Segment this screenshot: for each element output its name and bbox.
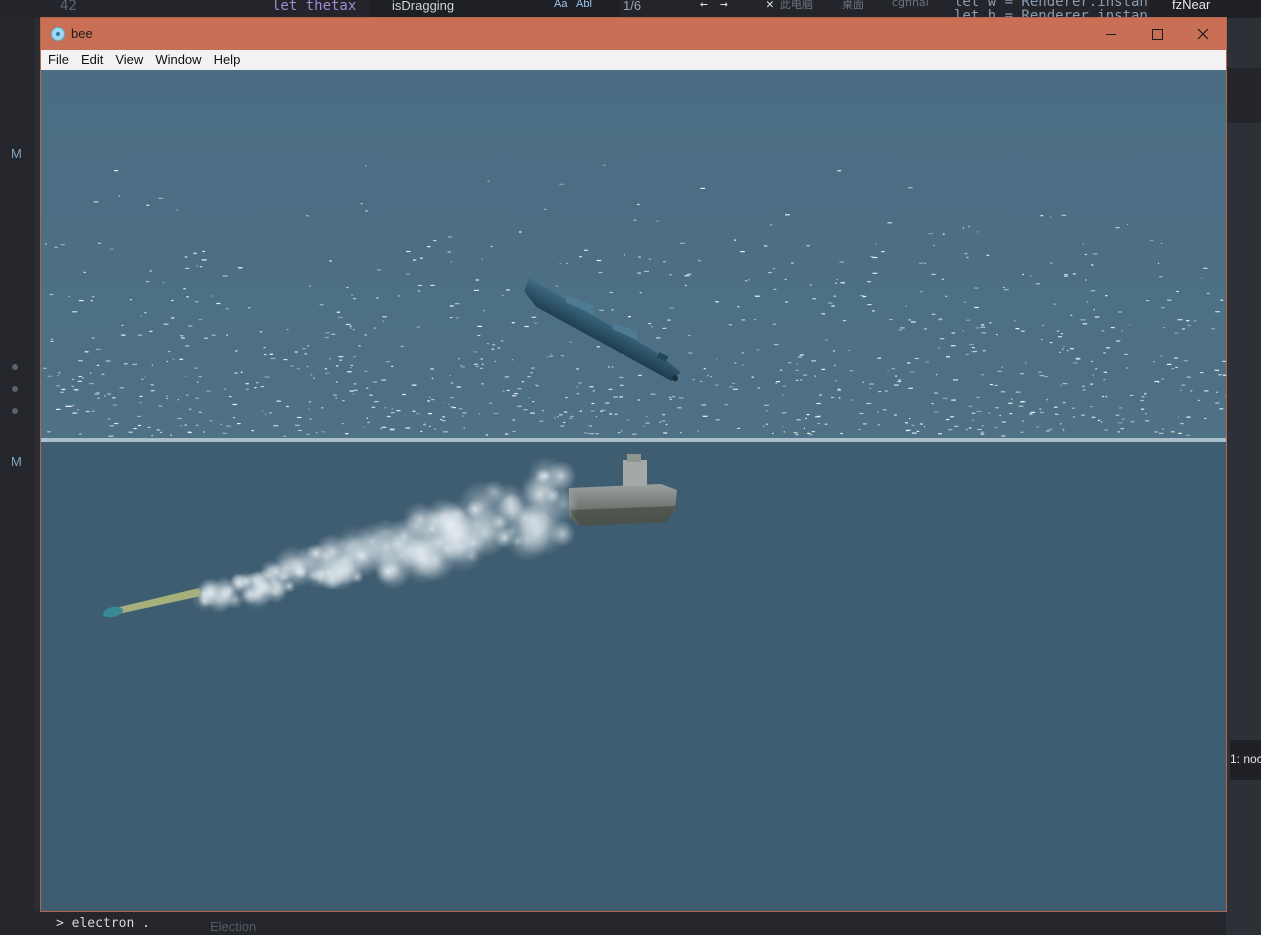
close-button[interactable]	[1180, 18, 1226, 50]
app-window: bee File Edit View Window Help	[41, 18, 1226, 911]
right-label: fzNear	[1172, 0, 1211, 12]
terminal-command: > electron .	[56, 916, 150, 931]
minimize-icon	[1106, 33, 1116, 35]
title-bar[interactable]: bee	[41, 18, 1226, 50]
code-snippet-top: let thetax	[272, 0, 357, 14]
previous-match-icon[interactable]: ←	[700, 0, 708, 12]
terminal-strip: > electron . Election	[34, 911, 1226, 935]
next-match-icon[interactable]: →	[720, 0, 728, 12]
maximize-button[interactable]	[1134, 18, 1180, 50]
minimize-button[interactable]	[1088, 18, 1134, 50]
menu-file[interactable]: File	[41, 50, 75, 70]
surface-region	[41, 70, 1226, 440]
waterline	[41, 438, 1226, 442]
breadcrumb-2[interactable]: cgfinal	[892, 0, 929, 9]
modified-marker: M	[11, 454, 22, 469]
electron-icon	[51, 27, 65, 41]
menu-window[interactable]: Window	[149, 50, 207, 70]
breadcrumb-1[interactable]: 桌面	[842, 0, 864, 12]
close-find-icon[interactable]: ✕	[766, 0, 774, 12]
find-match-count: 1/6	[623, 0, 642, 13]
editor-right-column: 1: noc	[1226, 18, 1261, 935]
modified-marker: M	[11, 146, 22, 161]
match-word-toggle[interactable]: Abl	[576, 0, 592, 10]
ocean-scene	[41, 70, 1226, 911]
webgl-canvas[interactable]	[41, 70, 1226, 911]
window-title: bee	[71, 26, 93, 41]
find-widget[interactable]: isDragging Aa Abl	[370, 0, 620, 19]
menu-edit[interactable]: Edit	[75, 50, 109, 70]
find-input[interactable]: isDragging	[392, 0, 454, 13]
maximize-icon	[1151, 28, 1163, 40]
terminal-faded-text: Election	[210, 919, 257, 934]
match-case-toggle[interactable]: Aa	[554, 0, 567, 10]
panel-label: 1: noc	[1230, 752, 1261, 766]
breadcrumb-0[interactable]: 此电脑	[780, 0, 813, 12]
menu-help[interactable]: Help	[208, 50, 247, 70]
editor-gutter: M M	[0, 18, 34, 935]
menu-bar: File Edit View Window Help	[41, 50, 1226, 70]
close-icon	[1197, 28, 1209, 40]
menu-view[interactable]: View	[109, 50, 149, 70]
line-number: 42	[60, 0, 77, 14]
